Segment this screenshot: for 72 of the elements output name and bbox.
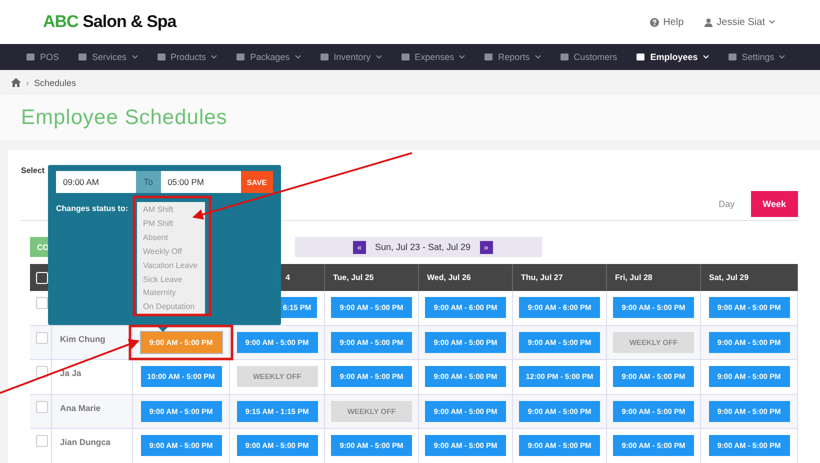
status-option[interactable]: On Deputation <box>143 300 206 314</box>
square-icon <box>26 53 35 61</box>
square-icon <box>728 53 737 61</box>
page-title: Employee Schedules <box>21 106 228 130</box>
square-icon <box>484 53 494 61</box>
nav-item[interactable]: Expenses <box>400 52 466 62</box>
status-option[interactable]: PM Shift <box>143 216 206 231</box>
status-option[interactable]: Absent <box>143 230 206 245</box>
nav-item[interactable]: Settings <box>728 52 786 62</box>
column-header: Wed, Jul 26 <box>427 273 471 282</box>
square-icon <box>400 53 410 61</box>
status-listbox[interactable]: AM Shift PM Shift Absent Weekly Off Vacation Leave Sick Leave Maternity On Deputation <box>137 202 206 316</box>
to-label: To <box>136 171 161 193</box>
column-header: Thu, Jul 27 <box>521 273 563 282</box>
next-week-button[interactable]: » <box>480 240 493 254</box>
employee-name: Kim Chung <box>60 334 106 344</box>
header-link[interactable]: Jessie Siat <box>704 16 775 28</box>
caret-icon <box>132 55 138 59</box>
help-icon <box>650 18 660 26</box>
caret-icon <box>294 55 301 59</box>
square-icon <box>78 53 88 61</box>
square-icon <box>236 53 246 61</box>
previous-week-button[interactable]: « <box>353 240 366 254</box>
view-tab[interactable]: Week <box>750 191 798 217</box>
caret-icon <box>702 55 709 59</box>
caret-icon <box>534 55 541 59</box>
breadcrumb-current: Schedules <box>34 78 76 88</box>
square-icon <box>156 53 166 61</box>
nav-item[interactable]: Inventory <box>320 52 382 62</box>
checkbox[interactable] <box>36 297 48 309</box>
logo: ABC Salon & Spa <box>43 12 176 32</box>
employee-name: Ana Marie <box>60 402 101 412</box>
nav-item[interactable]: POS <box>26 52 60 62</box>
column-header: Tue, Jul 25 <box>333 273 374 282</box>
checkbox[interactable] <box>36 435 48 447</box>
header-link[interactable]: Help <box>650 16 684 28</box>
caret-icon <box>211 55 218 59</box>
square-icon <box>320 53 329 61</box>
status-option[interactable]: Vacation Leave <box>143 258 206 273</box>
caret-icon <box>779 55 786 59</box>
status-option[interactable]: Sick Leave <box>143 272 206 286</box>
nav-item[interactable]: Products <box>156 52 218 62</box>
nav-item[interactable]: Customers <box>560 52 618 62</box>
nav-item[interactable]: Reports <box>484 52 541 62</box>
square-icon <box>560 53 569 61</box>
checkbox[interactable] <box>36 332 48 344</box>
nav-item[interactable]: Services <box>78 52 138 62</box>
user-icon <box>704 18 713 26</box>
checkbox[interactable] <box>36 366 48 378</box>
end-time-field[interactable]: 05:00 PM <box>160 171 241 193</box>
breadcrumb-separator: › <box>26 78 29 88</box>
nav-item[interactable]: Employees <box>636 52 709 62</box>
caret-icon <box>459 55 466 59</box>
status-option[interactable]: Weekly Off <box>143 244 206 259</box>
column-header: Fri, Jul 28 <box>615 273 652 282</box>
home-icon[interactable] <box>11 78 21 87</box>
status-option[interactable]: AM Shift <box>143 203 206 217</box>
start-time-field[interactable]: 09:00 AM <box>56 171 136 193</box>
column-header: Sat, Jul 29 <box>709 273 749 282</box>
status-label: Changes status to: <box>56 204 128 215</box>
employee-name: Jian Dungca <box>60 437 111 447</box>
select-label: Select <box>21 166 45 174</box>
status-option[interactable]: Maternity <box>143 286 206 300</box>
square-icon <box>636 53 646 61</box>
week-range: Sun, Jul 23 - Sat, Jul 29 <box>375 242 471 252</box>
checkbox[interactable] <box>36 400 48 412</box>
employee-name: Ja Ja <box>60 368 82 378</box>
column-header: 4 <box>286 273 290 282</box>
nav-item[interactable]: Packages <box>236 52 301 62</box>
view-tab[interactable]: Day <box>706 191 747 217</box>
caret-icon <box>376 55 382 59</box>
caret-icon <box>769 20 775 24</box>
